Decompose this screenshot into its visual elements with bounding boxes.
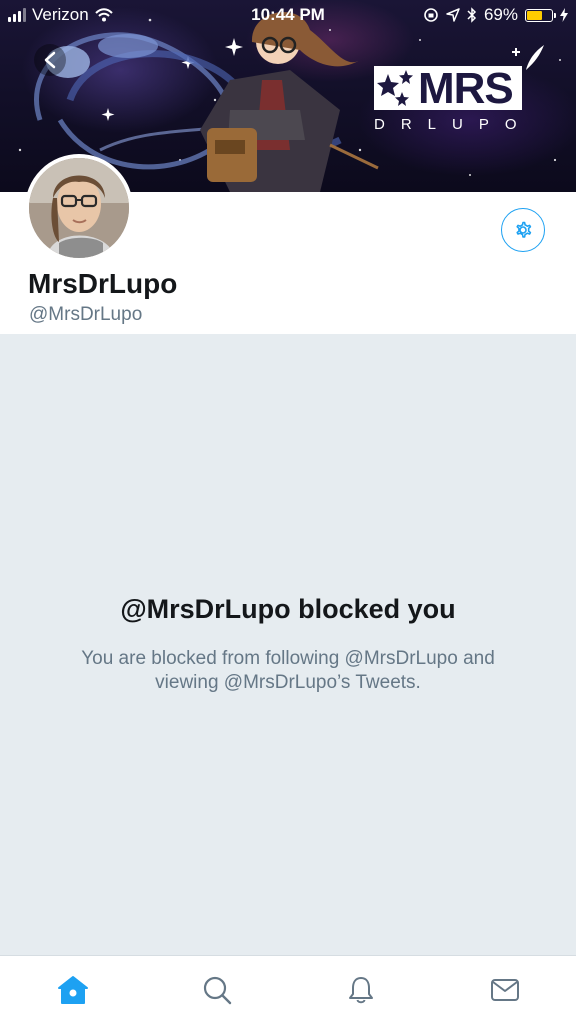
tab-home[interactable] [55, 972, 91, 1008]
battery-icon [525, 8, 556, 22]
profile-display-name: MrsDrLupo [28, 268, 178, 299]
tab-search[interactable] [199, 972, 235, 1008]
home-icon [58, 976, 88, 1004]
logo-stars-icon [377, 70, 413, 106]
tab-messages[interactable] [487, 972, 523, 1008]
banner-logo: MRS DRLUPO [372, 62, 542, 136]
gear-icon [516, 221, 532, 238]
carrier-label: Verizon [32, 5, 89, 24]
mail-icon [491, 979, 519, 1001]
wifi-icon [94, 8, 113, 22]
bell-icon [349, 977, 373, 1004]
orientation-lock-icon [424, 8, 438, 22]
profile-header: MrsDrLupo @MrsDrLupo [0, 154, 576, 334]
logo-title: MRS [418, 64, 514, 113]
logo-subtitle: DRLUPO [374, 116, 533, 133]
blocked-description: You are blocked from following @MrsDrLup… [81, 648, 495, 693]
blocked-title: @MrsDrLupo blocked you [120, 594, 456, 624]
back-button[interactable] [34, 44, 66, 76]
charging-bolt-icon [560, 8, 568, 22]
search-icon [203, 976, 232, 1005]
profile-handle: @MrsDrLupo [29, 304, 143, 325]
bottom-tab-bar [0, 955, 576, 1025]
bluetooth-icon [467, 7, 477, 23]
cellular-signal-icon [8, 8, 26, 22]
avatar-image [29, 158, 129, 258]
settings-button[interactable] [501, 208, 545, 252]
chevron-left-icon [44, 51, 56, 69]
battery-percent: 69% [483, 5, 518, 24]
location-arrow-icon [446, 8, 460, 22]
tab-notifications[interactable] [343, 972, 379, 1008]
status-bar: Verizon 10:44 PM 69% [0, 0, 576, 30]
avatar[interactable] [25, 154, 133, 262]
